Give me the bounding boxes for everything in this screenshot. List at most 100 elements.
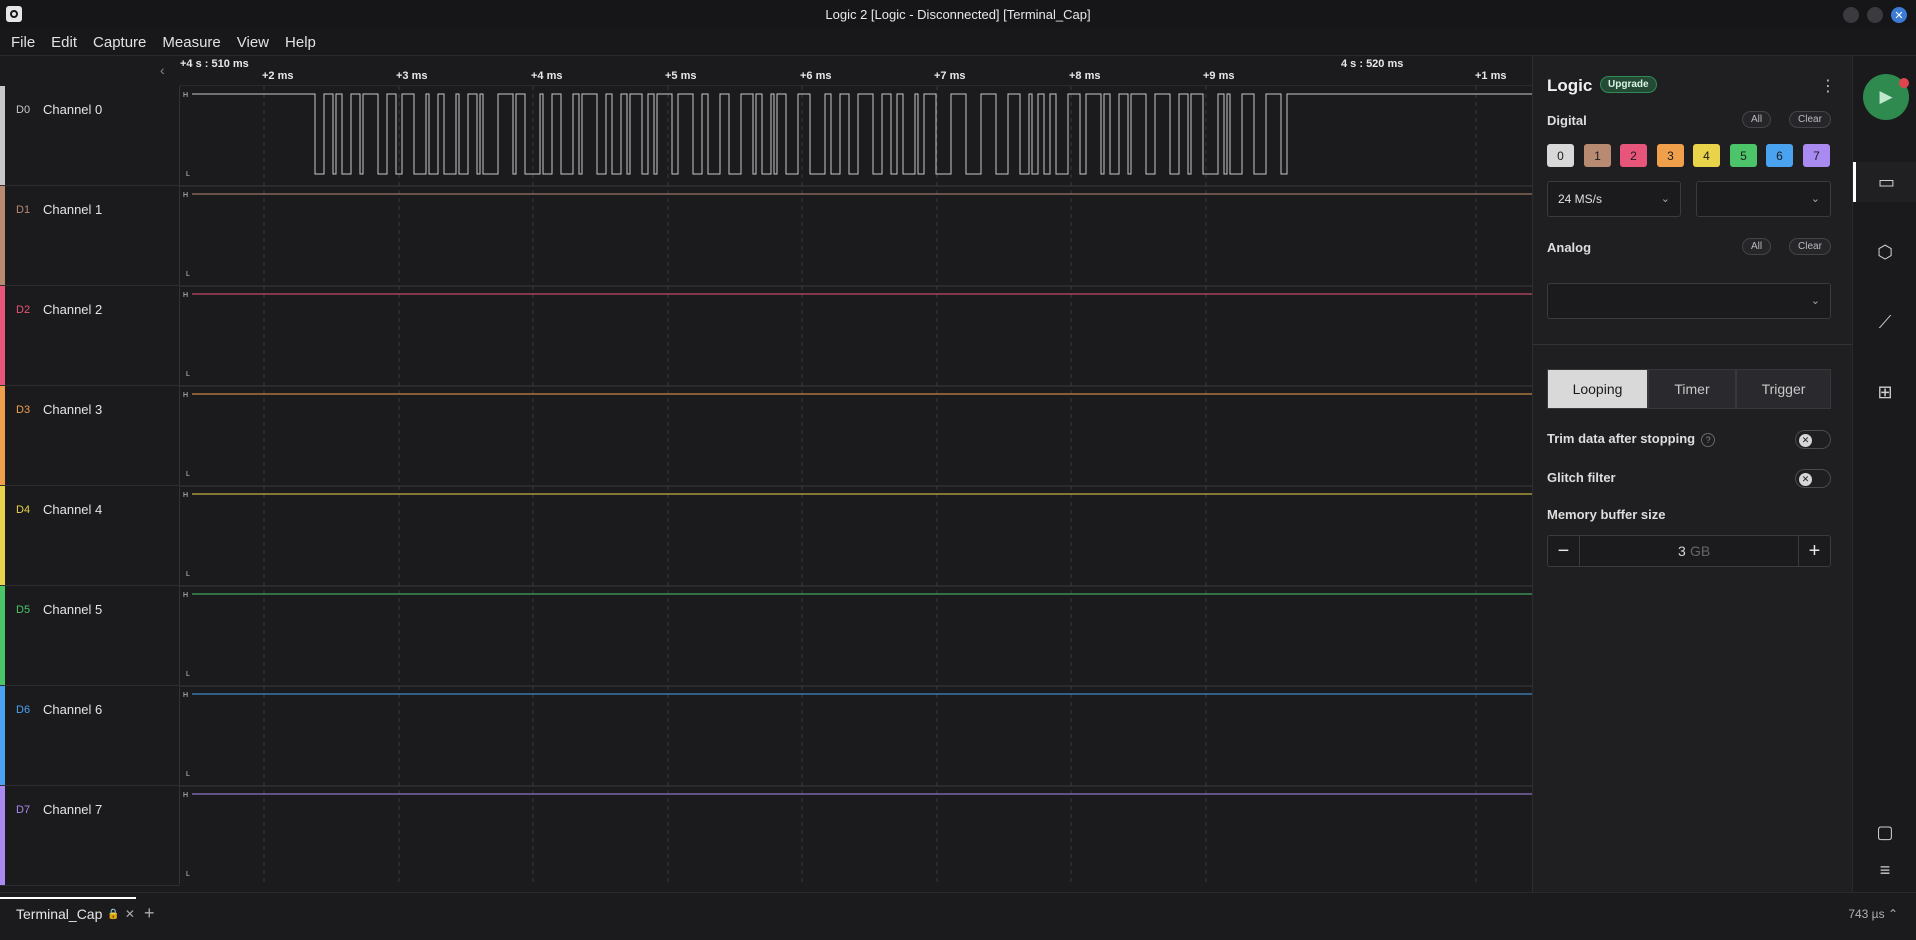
lock-icon: 🔒 (107, 908, 120, 920)
channel-name[interactable]: Channel 1 (43, 202, 102, 217)
device-icon[interactable]: ▭ (1853, 162, 1916, 202)
channel-name[interactable]: Channel 7 (43, 802, 102, 817)
memory-decrease-button[interactable]: − (1548, 536, 1580, 566)
memory-buffer-unit: GB (1690, 543, 1711, 559)
analog-rate-select[interactable]: ⌄ (1696, 181, 1831, 217)
close-button[interactable]: ✕ (1891, 7, 1907, 23)
channel-name[interactable]: Channel 2 (43, 302, 102, 317)
waveform-plot[interactable]: H L H L H L H L H L H L H L H L (180, 86, 1532, 884)
menu-help[interactable]: Help (277, 29, 324, 56)
digital-channel-1-toggle[interactable]: 1 (1584, 144, 1611, 167)
channel-row-2[interactable]: D2 Channel 2 (0, 286, 180, 386)
digital-all-button[interactable]: All (1742, 111, 1772, 128)
menu-edit[interactable]: Edit (43, 29, 85, 56)
channel-code: D7 (16, 804, 31, 816)
digital-label: Digital (1547, 113, 1587, 128)
channel-code: D1 (16, 204, 31, 216)
help-icon[interactable]: ? (1701, 433, 1716, 447)
trim-data-toggle[interactable]: ✕ (1795, 430, 1831, 449)
bottom-tab-bar: Terminal_Cap 🔒 ✕ + 743 µs ⌃ (0, 892, 1916, 940)
waveform-svg: H L H L H L H L H L H L H L H L (180, 86, 1532, 884)
menu-capture[interactable]: Capture (85, 29, 154, 56)
low-marker: L (186, 171, 190, 178)
trim-data-text: Trim data after stopping (1547, 431, 1696, 446)
waveform-area[interactable]: ‹ +4 s : 510 ms +2 ms +3 ms +4 ms +5 ms … (0, 56, 1532, 886)
digital-channel-2-toggle[interactable]: 2 (1620, 144, 1647, 167)
channel-color-stripe (0, 86, 5, 185)
channel-row-0[interactable]: D0 Channel 0 (0, 86, 180, 186)
memory-buffer-value[interactable]: 3 (1678, 543, 1686, 559)
channel-color-stripe (0, 686, 5, 785)
channel-name[interactable]: Channel 6 (43, 702, 102, 717)
channel-row-4[interactable]: D4 Channel 4 (0, 486, 180, 586)
add-tab-button[interactable]: + (144, 903, 155, 924)
digital-channel-7-toggle[interactable]: 7 (1803, 144, 1830, 167)
collapse-left-icon[interactable]: ‹ (160, 62, 165, 78)
zoom-level: 743 µs ⌃ (1848, 907, 1898, 921)
sample-rate-select[interactable]: 24 MS/s ⌄ (1547, 181, 1681, 217)
analog-all-button[interactable]: All (1742, 238, 1772, 255)
channel-code: D3 (16, 404, 31, 416)
analog-channels-select[interactable]: ⌄ (1547, 283, 1831, 319)
mode-looping-button[interactable]: Looping (1547, 369, 1648, 409)
maximize-button[interactable] (1867, 7, 1883, 23)
menu-icon[interactable]: ≡ (1853, 850, 1916, 890)
more-options-icon[interactable]: ⋮ (1820, 76, 1836, 96)
measure-icon[interactable]: ⟋ (1853, 302, 1916, 342)
channel-color-stripe (0, 286, 5, 385)
channel-name[interactable]: Channel 5 (43, 602, 102, 617)
digital-clear-button[interactable]: Clear (1789, 111, 1831, 128)
menu-view[interactable]: View (229, 29, 277, 56)
digital-channel-4-toggle[interactable]: 4 (1693, 144, 1720, 167)
low-marker: L (186, 671, 190, 678)
sample-rate-value: 24 MS/s (1558, 192, 1603, 206)
analyzers-icon[interactable]: ⬡ (1853, 232, 1916, 272)
channel-color-stripe (0, 186, 5, 285)
channel-row-5[interactable]: D5 Channel 5 (0, 586, 180, 686)
timeline-tick: +5 ms (665, 70, 697, 82)
extensions-icon[interactable]: ⊞ (1853, 372, 1916, 412)
trim-data-label: Trim data after stopping? (1547, 431, 1716, 447)
menu-file[interactable]: File (3, 29, 43, 56)
timeline-tick: +3 ms (396, 70, 428, 82)
digital-channel-6-toggle[interactable]: 6 (1766, 144, 1793, 167)
chevron-down-icon: ⌄ (1810, 295, 1820, 307)
digital-channel-3-toggle[interactable]: 3 (1657, 144, 1684, 167)
glitch-filter-toggle[interactable]: ✕ (1795, 469, 1831, 488)
high-marker: H (183, 292, 188, 299)
timeline-ruler[interactable]: +4 s : 510 ms +2 ms +3 ms +4 ms +5 ms +6… (180, 56, 1532, 86)
low-marker: L (186, 471, 190, 478)
channel-name[interactable]: Channel 3 (43, 402, 102, 417)
minimize-button[interactable] (1843, 7, 1859, 23)
channel-row-1[interactable]: D1 Channel 1 (0, 186, 180, 286)
channel-name[interactable]: Channel 4 (43, 502, 102, 517)
menu-measure[interactable]: Measure (154, 29, 228, 56)
timeline-tick: +2 ms (262, 70, 294, 82)
comment-icon[interactable]: ▢ (1853, 812, 1916, 852)
window-title: Logic 2 [Logic - Disconnected] [Terminal… (825, 7, 1091, 22)
mode-timer-button[interactable]: Timer (1648, 369, 1736, 409)
mode-trigger-button[interactable]: Trigger (1736, 369, 1831, 409)
high-marker: H (183, 392, 188, 399)
close-tab-icon[interactable]: ✕ (125, 907, 135, 921)
right-sidebar-rail: ▶ ▭ ⬡ ⟋ ⊞ ▢ ≡ (1852, 56, 1916, 892)
memory-increase-button[interactable]: + (1798, 536, 1830, 566)
channel-name[interactable]: Channel 0 (43, 102, 102, 117)
low-marker: L (186, 371, 190, 378)
channel-row-6[interactable]: D6 Channel 6 (0, 686, 180, 786)
channel-row-7[interactable]: D7 Channel 7 (0, 786, 180, 886)
digital-channel-0-toggle[interactable]: 0 (1547, 144, 1574, 167)
high-marker: H (183, 192, 188, 199)
channel-0-waveform (192, 93, 1532, 175)
upgrade-badge[interactable]: Upgrade (1600, 76, 1657, 93)
off-icon: ✕ (1799, 473, 1812, 486)
recording-indicator (1899, 78, 1909, 88)
memory-buffer-label: Memory buffer size (1547, 507, 1666, 522)
analog-clear-button[interactable]: Clear (1789, 238, 1831, 255)
channel-color-stripe (0, 786, 5, 885)
tab-terminal-cap[interactable]: Terminal_Cap 🔒 ✕ (0, 897, 136, 929)
channel-code: D0 (16, 104, 31, 116)
digital-channel-5-toggle[interactable]: 5 (1730, 144, 1757, 167)
channel-row-3[interactable]: D3 Channel 3 (0, 386, 180, 486)
timeline-tick: +6 ms (800, 70, 832, 82)
